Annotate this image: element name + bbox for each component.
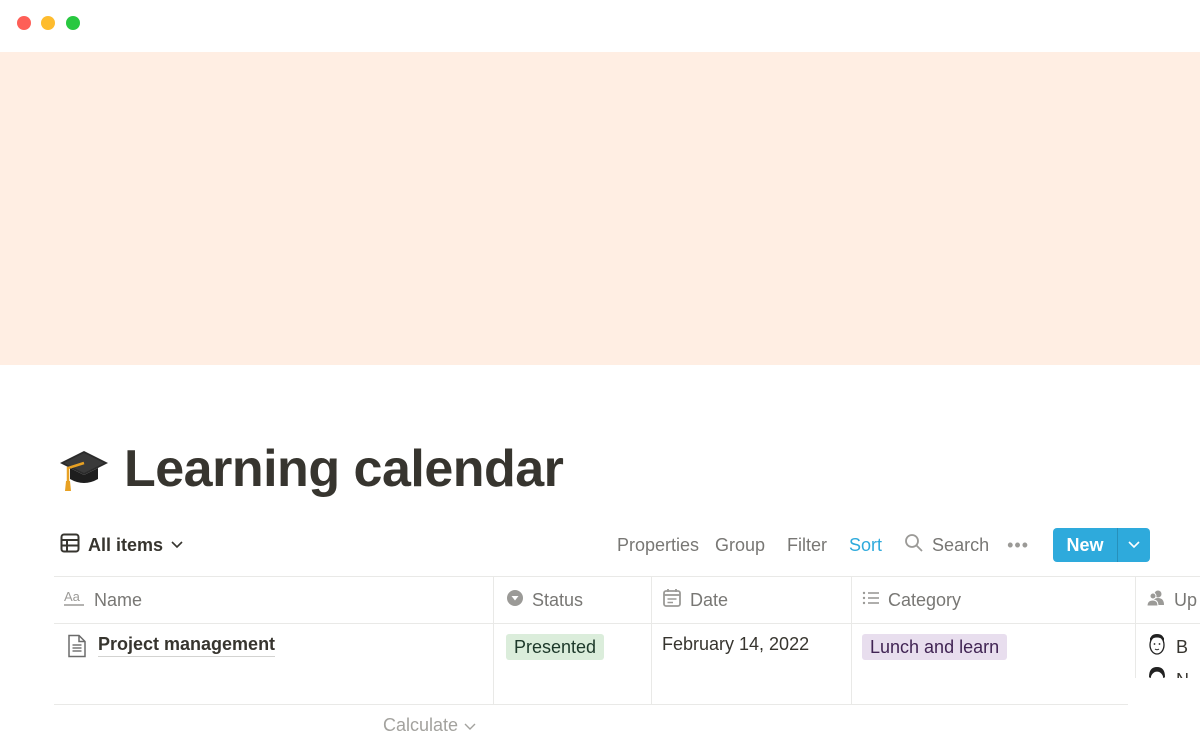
cell-date[interactable]: February 14, 2022 xyxy=(652,624,852,704)
calculate-label: Calculate xyxy=(383,715,459,735)
new-dropdown-button[interactable] xyxy=(1117,528,1150,562)
date-value: February 14, 2022 xyxy=(662,634,810,654)
properties-button[interactable]: Properties xyxy=(609,531,707,560)
category-badge: Lunch and learn xyxy=(862,634,1008,660)
database-view-bar: All items Properties Group Filter Sort S… xyxy=(56,528,1150,562)
person-name: B xyxy=(1176,637,1189,657)
new-button-group: New xyxy=(1053,528,1150,562)
close-window-button[interactable] xyxy=(17,16,31,30)
cell-category[interactable]: Lunch and learn xyxy=(852,624,1136,704)
search-button[interactable]: Search xyxy=(896,529,997,562)
filter-button[interactable]: Filter xyxy=(779,531,835,560)
page-cover[interactable] xyxy=(0,52,1200,365)
column-header-date[interactable]: Date xyxy=(652,577,852,623)
column-label: Category xyxy=(888,589,962,610)
column-label: Name xyxy=(94,589,143,610)
column-label: Up xyxy=(1174,589,1198,610)
more-options-icon[interactable]: ••• xyxy=(997,535,1039,556)
cell-name[interactable]: Project management xyxy=(54,624,494,704)
view-selector[interactable]: All items xyxy=(56,531,187,560)
database-table: Aa Name Status Date Category Up Project … xyxy=(54,576,1200,705)
chevron-down-icon xyxy=(464,715,476,736)
svg-text:Aa: Aa xyxy=(64,589,81,604)
calendar-icon xyxy=(662,588,682,613)
search-label: Search xyxy=(932,534,990,555)
graduation-cap-icon[interactable] xyxy=(56,441,112,497)
status-badge: Presented xyxy=(506,634,605,660)
sort-button[interactable]: Sort xyxy=(841,531,890,560)
page-document-icon xyxy=(66,634,88,663)
table-icon xyxy=(60,533,80,558)
calculate-button[interactable]: Calculate xyxy=(383,715,476,736)
minimize-window-button[interactable] xyxy=(41,16,55,30)
view-name: All items xyxy=(88,534,164,555)
person-entry: B xyxy=(1146,632,1188,663)
page-header: Learning calendar xyxy=(56,436,564,502)
search-icon xyxy=(904,533,924,558)
clip-mask xyxy=(1128,678,1200,750)
new-button[interactable]: New xyxy=(1053,528,1117,562)
page-title[interactable]: Learning calendar xyxy=(124,439,564,499)
group-button[interactable]: Group xyxy=(707,531,773,560)
maximize-window-button[interactable] xyxy=(66,16,80,30)
window-titlebar xyxy=(0,0,1200,52)
list-icon xyxy=(862,590,880,611)
view-actions: Properties Group Filter Sort Search ••• … xyxy=(609,528,1150,562)
cell-status[interactable]: Presented xyxy=(494,624,652,704)
column-header-status[interactable]: Status xyxy=(494,577,652,623)
chevron-down-icon xyxy=(171,536,183,554)
table-header-row: Aa Name Status Date Category Up xyxy=(54,576,1200,624)
avatar xyxy=(1146,632,1168,663)
table-row[interactable]: Project management Presented February 14… xyxy=(54,624,1200,705)
column-label: Status xyxy=(532,589,584,610)
row-title-link[interactable]: Project management xyxy=(98,634,276,657)
column-header-people[interactable]: Up xyxy=(1136,577,1200,623)
select-icon xyxy=(506,589,524,612)
chevron-down-icon xyxy=(1128,541,1140,549)
column-header-category[interactable]: Category xyxy=(852,577,1136,623)
column-header-name[interactable]: Aa Name xyxy=(54,577,494,623)
person-icon xyxy=(1146,588,1166,613)
text-aa-icon: Aa xyxy=(64,589,86,612)
column-label: Date xyxy=(690,589,729,610)
